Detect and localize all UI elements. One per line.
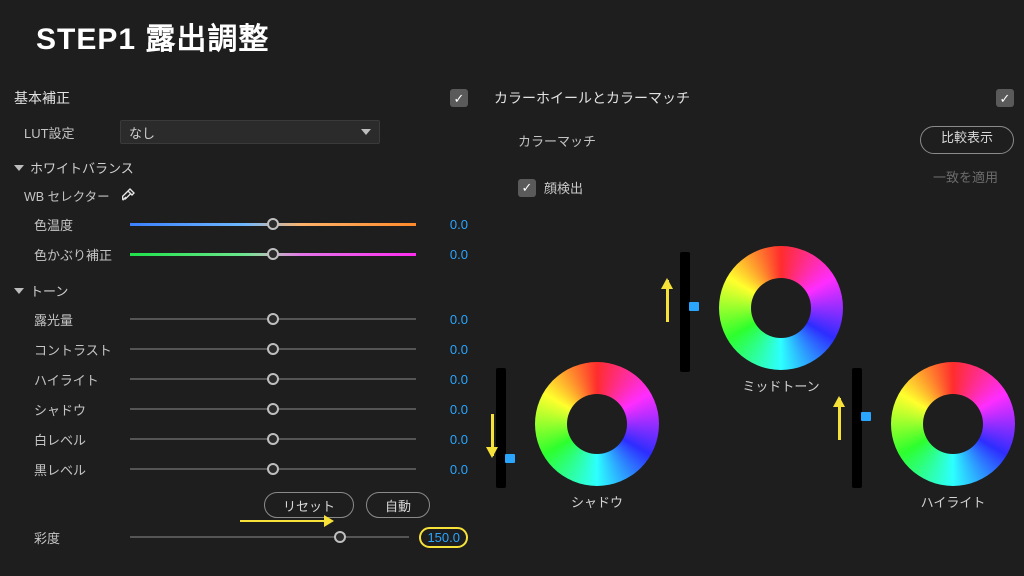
compare-button[interactable]: 比較表示	[920, 126, 1014, 154]
apply-match-button[interactable]: 一致を適用	[917, 167, 1014, 195]
basic-heading: 基本補正	[14, 88, 70, 108]
auto-button[interactable]: 自動	[366, 492, 430, 518]
chevron-down-icon	[14, 288, 24, 294]
wheels-enable-checkbox[interactable]	[996, 89, 1014, 107]
slider-tint[interactable]: 色かぶり補正 0.0	[14, 239, 468, 269]
wheels-heading: カラーホイールとカラーマッチ	[494, 88, 690, 108]
chevron-down-icon	[14, 165, 24, 171]
color-wheels-panel: カラーホイールとカラーマッチ カラーマッチ 比較表示 顔検出 一致を適用	[494, 88, 1014, 197]
lut-select[interactable]: なし	[120, 120, 380, 144]
saturation-value-highlight[interactable]: 150.0	[419, 527, 468, 548]
highlights-luma-slider[interactable]	[852, 368, 862, 488]
slider-temperature[interactable]: 色温度 0.0	[14, 209, 468, 239]
wb-selector-label: WB セレクター	[24, 186, 112, 205]
tone-heading[interactable]: トーン	[14, 281, 468, 300]
page-title: STEP1 露出調整	[36, 14, 269, 58]
face-detect-checkbox[interactable]	[518, 179, 536, 197]
slider-blacks[interactable]: 黒レベル 0.0	[14, 454, 468, 484]
annotation-arrow-up-icon	[666, 280, 669, 322]
midtones-luma-slider[interactable]	[680, 252, 690, 372]
lut-label: LUT設定	[24, 123, 112, 142]
slider-shadows[interactable]: シャドウ 0.0	[14, 394, 468, 424]
slider-whites[interactable]: 白レベル 0.0	[14, 424, 468, 454]
reset-button[interactable]: リセット	[264, 492, 354, 518]
white-balance-heading[interactable]: ホワイトバランス	[14, 158, 468, 177]
basic-correction-panel: 基本補正 LUT設定 なし ホワイトバランス WB セレクター 色温度	[14, 88, 468, 552]
highlights-color-wheel[interactable]: ハイライト	[884, 362, 1022, 511]
basic-enable-checkbox[interactable]	[450, 89, 468, 107]
face-detect-label: 顔検出	[544, 178, 583, 197]
shadows-luma-slider[interactable]	[496, 368, 506, 488]
annotation-arrow-right-icon	[240, 520, 332, 522]
slider-contrast[interactable]: コントラスト 0.0	[14, 334, 468, 364]
annotation-arrow-up-icon	[838, 398, 841, 440]
lut-value: なし	[129, 123, 155, 142]
eyedropper-icon[interactable]	[120, 187, 136, 203]
chevron-down-icon	[361, 129, 371, 135]
midtones-color-wheel[interactable]: ミッドトーン	[712, 246, 850, 395]
shadows-color-wheel[interactable]: シャドウ	[528, 362, 666, 511]
color-match-label: カラーマッチ	[494, 131, 596, 150]
slider-exposure[interactable]: 露光量 0.0	[14, 304, 468, 334]
annotation-arrow-down-icon	[491, 414, 494, 456]
slider-highlights[interactable]: ハイライト 0.0	[14, 364, 468, 394]
slider-saturation[interactable]: 彩度 150.0	[14, 522, 468, 552]
